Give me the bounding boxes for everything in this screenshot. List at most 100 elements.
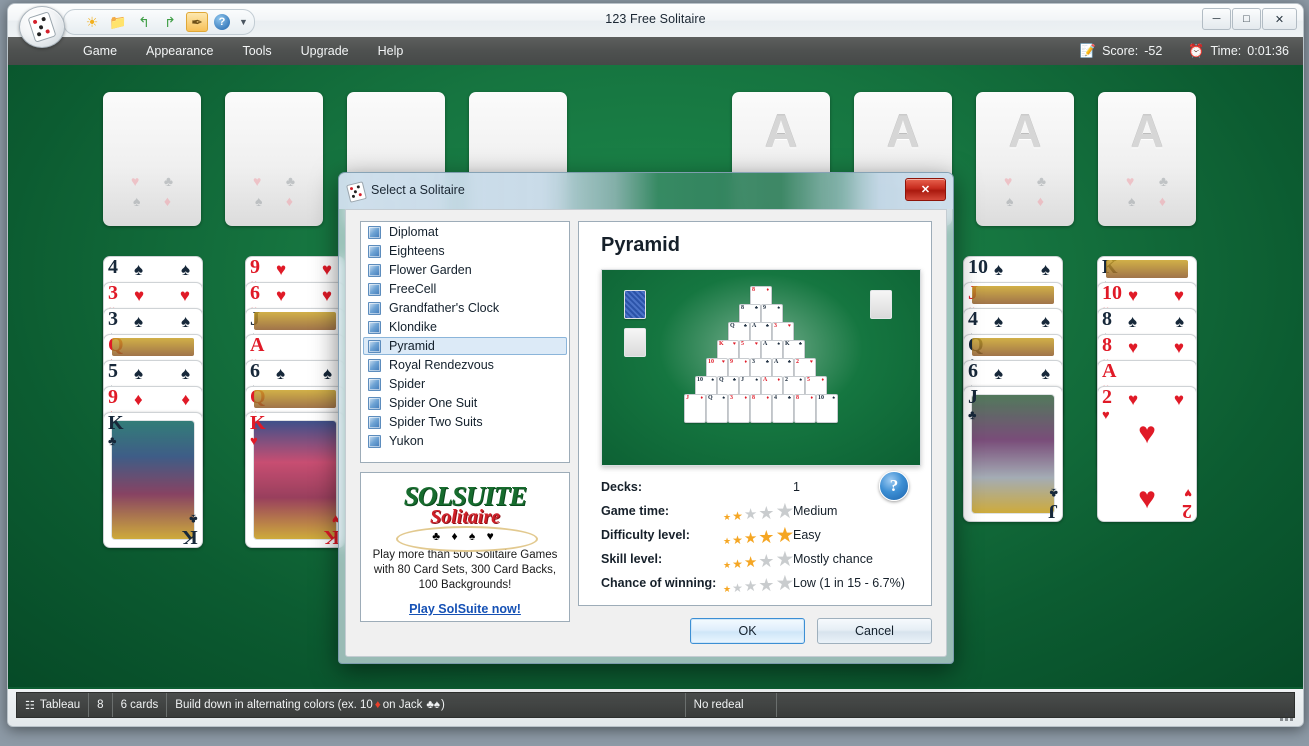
score-indicator: 📝 Score: -52: [1080, 43, 1162, 59]
court-art: [112, 338, 194, 356]
tableau-column-1[interactable]: 4♠♠♠3♥♥♥3♠♠♠Q♦5♠♠♠9♦♦♦K♣K♣: [103, 256, 203, 548]
card-center-pip: ♥: [1138, 482, 1156, 515]
tableau-icon: ☷: [25, 699, 35, 712]
reserve-pile-2[interactable]: ♥ ♣ ♠ ♦: [225, 92, 323, 226]
preview-pyramid-card: 4 ♣: [772, 394, 794, 423]
table-card[interactable]: K ♣ K ♣: [103, 412, 203, 548]
star-icon: ★: [758, 526, 775, 547]
resize-grip[interactable]: [1278, 706, 1293, 721]
game-list-item[interactable]: Flower Garden: [363, 261, 567, 279]
card-pip: ♠: [180, 312, 190, 331]
reserve-pile-1[interactable]: ♥ ♣ ♠ ♦: [103, 92, 201, 226]
menu-game[interactable]: Game: [70, 40, 130, 62]
logo-suits: ♣ ♦ ♠ ♥: [432, 529, 498, 543]
card-pip: ♥: [1173, 286, 1184, 305]
game-list-item-label: Klondike: [389, 320, 437, 334]
menu-upgrade[interactable]: Upgrade: [288, 40, 362, 62]
ace-watermark: A: [1008, 105, 1042, 157]
quick-access-toolbar: ☀ 📁 ↰ ↱ ✒ ? ▼: [63, 9, 255, 35]
tableau-column-2[interactable]: 9♥♥♥6♥♥♥J♠A♥6♠♠♠Q♥K♥K♥: [245, 256, 345, 548]
card-pip: ♥: [1173, 390, 1184, 409]
game-list-item[interactable]: Spider Two Suits: [363, 413, 567, 431]
menu-tools[interactable]: Tools: [229, 40, 284, 62]
dialog-close-button[interactable]: ✕: [905, 178, 946, 201]
menu-appearance[interactable]: Appearance: [133, 40, 226, 62]
game-list-item[interactable]: Eighteens: [363, 242, 567, 260]
app-orb-button[interactable]: [19, 6, 65, 48]
status-rule-mid: on Jack: [382, 699, 423, 711]
cancel-button[interactable]: Cancel: [817, 618, 932, 644]
menu-items: Game Appearance Tools Upgrade Help: [70, 40, 416, 62]
preview-pyramid-card: 10 ♠: [816, 394, 838, 423]
card-deck-icon: [368, 282, 381, 296]
foundation-pile-3[interactable]: A ♥ ♣ ♠ ♦: [976, 92, 1074, 226]
time-indicator: ⏰ Time: 0:01:36: [1188, 43, 1289, 59]
star-icon: ★: [732, 580, 743, 595]
undo-icon[interactable]: ↰: [134, 13, 154, 31]
card-pip: ♥: [134, 286, 145, 305]
status-empty-cell: [777, 693, 1294, 717]
card-pip: ♠: [1174, 312, 1184, 331]
new-game-icon[interactable]: ☀: [82, 13, 102, 31]
star-icon: ★: [743, 505, 758, 523]
preview-pyramid-card: Q ♠: [706, 394, 728, 423]
game-list-item[interactable]: Yukon: [363, 432, 567, 450]
preview-pyramid-card: 8 ♦: [794, 394, 816, 423]
redo-icon[interactable]: ↱: [160, 13, 180, 31]
score-label: Score:: [1102, 44, 1139, 58]
game-list-item[interactable]: FreeCell: [363, 280, 567, 298]
game-list-item[interactable]: Pyramid: [363, 337, 567, 355]
promo-description: Play more than 500 Solitaire Games with …: [372, 549, 558, 591]
star-icon: ★: [732, 508, 743, 523]
close-button[interactable]: ✕: [1262, 8, 1297, 30]
card-pip: ♠: [1040, 260, 1050, 279]
foundation-pile-4[interactable]: A ♥ ♣ ♠ ♦: [1098, 92, 1196, 226]
game-list-item[interactable]: Klondike: [363, 318, 567, 336]
game-list-item[interactable]: Diplomat: [363, 223, 567, 241]
clock-icon: ⏰: [1188, 43, 1205, 58]
court-art: [971, 394, 1055, 514]
dialog-title-bar: Select a Solitaire: [339, 173, 953, 209]
open-folder-icon[interactable]: 📁: [108, 13, 128, 31]
maximize-button[interactable]: □: [1232, 8, 1261, 30]
preview-pyramid-card: 8 ♦: [750, 394, 772, 423]
tableau-column-8[interactable]: 10♠♠♠J♥4♠♠♠Q♣6♠♠♠J♣J♣: [963, 256, 1063, 522]
minimize-button[interactable]: ─: [1202, 8, 1231, 30]
game-list-item[interactable]: Grandfather's Clock: [363, 299, 567, 317]
toolbar-overflow-icon[interactable]: ▼: [239, 17, 248, 27]
game-detail-panel: Pyramid 8 ♦ 8 ♣ 9 ♠ Q ♣ A ♣ 3 ♥ K ♥ 5 ♥ A ♠ K ♣ 10 ♥ 9 ♦ 3 ♣ A ♣ 2 ♥ 1…: [578, 221, 932, 606]
card-corner-bottom: J ♣: [1048, 486, 1058, 522]
stat-label: Game time:: [601, 504, 670, 518]
play-solsuite-link[interactable]: Play SolSuite now!: [409, 602, 521, 616]
stat-value: Medium: [793, 504, 838, 518]
table-card[interactable]: 2 ♥ ♥ ♥ ♥ ♥ 2 ♥: [1097, 386, 1197, 522]
menu-bar: Game Appearance Tools Upgrade Help 📝 Sco…: [8, 37, 1303, 65]
card-corner-bottom: K ♣: [182, 512, 198, 548]
game-stats: ? Decks: 1 Game time: ★ ★ ★ ★ ★ Medium Difficulty…: [601, 471, 915, 595]
menu-help[interactable]: Help: [365, 40, 417, 62]
game-list-item[interactable]: Royal Rendezvous: [363, 356, 567, 374]
star-rating: ★ ★ ★ ★ ★: [723, 549, 794, 570]
game-list[interactable]: Diplomat Eighteens Flower Garden FreeCell Gr…: [360, 221, 570, 463]
table-card[interactable]: J ♣ J ♣: [963, 386, 1063, 522]
help-icon[interactable]: ?: [214, 14, 230, 30]
ok-button[interactable]: OK: [690, 618, 805, 644]
game-list-item[interactable]: Spider One Suit: [363, 394, 567, 412]
game-list-item[interactable]: Spider: [363, 375, 567, 393]
tableau-column-9[interactable]: K♠10♥♥♥8♠♠♠8♥♥♥A♥2♥♥♥♥♥2♥: [1097, 256, 1197, 522]
star-icon: ★: [775, 523, 795, 547]
stat-label: Decks:: [601, 480, 642, 494]
card-deck-icon: [368, 339, 381, 353]
ace-watermark: A: [764, 105, 798, 157]
help-badge-icon[interactable]: ?: [879, 471, 909, 501]
card-corner: J ♣: [968, 386, 978, 422]
hint-wand-icon[interactable]: ✒: [186, 12, 208, 32]
table-card[interactable]: K ♥ K ♥: [245, 412, 345, 548]
status-pile-cell: ☷ Tableau: [17, 693, 90, 717]
card-pip: ♠: [994, 260, 1004, 279]
star-rating: ★ ★ ★ ★ ★: [723, 501, 794, 523]
card-pip: ♠: [276, 364, 286, 383]
card-deck-icon: [368, 396, 381, 410]
status-redeal: No redeal: [686, 693, 777, 717]
court-art: [1106, 260, 1188, 278]
